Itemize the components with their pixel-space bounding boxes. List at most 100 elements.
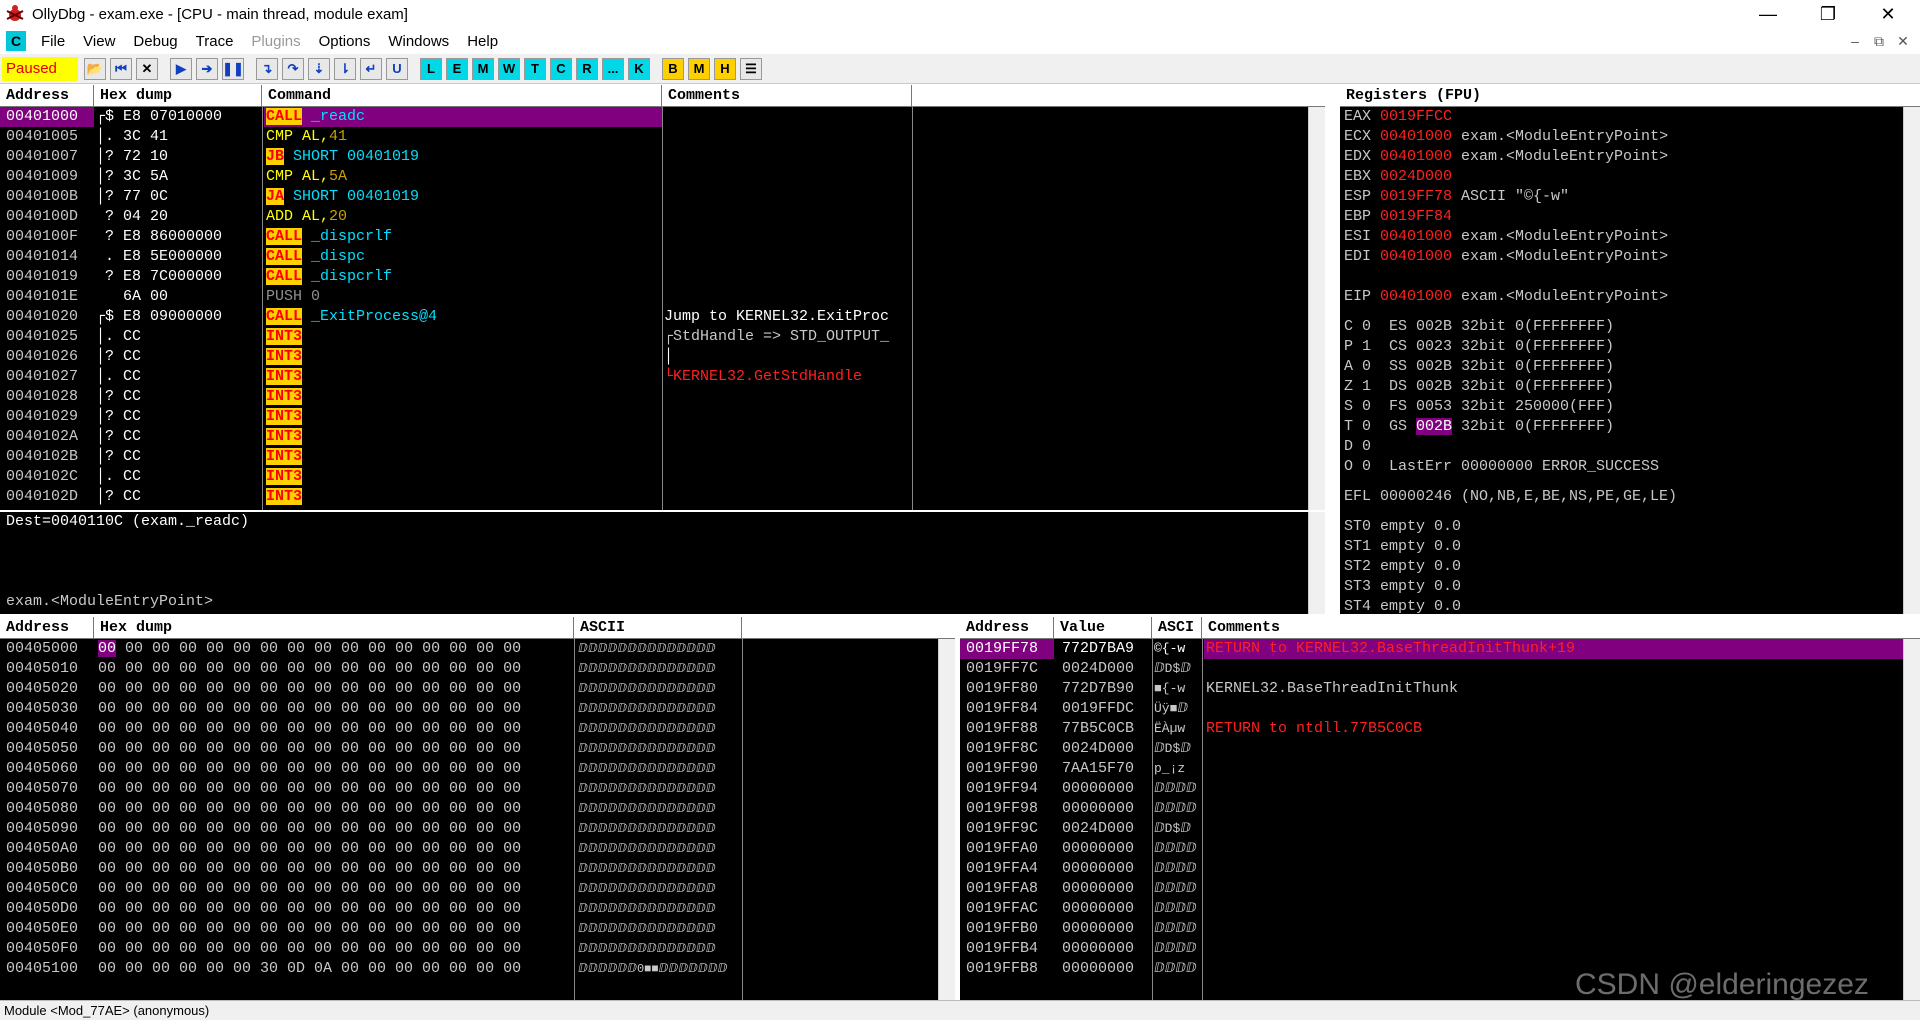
step-over-icon[interactable]: ↷ bbox=[282, 57, 304, 80]
stack-address[interactable]: 0019FFB8 bbox=[960, 959, 1054, 979]
stack-address[interactable]: 0019FF9C bbox=[960, 819, 1054, 839]
trace-over-icon[interactable]: ⇂ bbox=[334, 57, 356, 80]
disasm-command[interactable]: JB SHORT 00401019 bbox=[264, 147, 662, 167]
stack-comment[interactable] bbox=[1204, 819, 1904, 839]
disasm-address[interactable]: 0040102D bbox=[0, 487, 94, 507]
stack-col-value[interactable]: Value bbox=[1054, 617, 1152, 639]
disasm-address[interactable]: 0040100B bbox=[0, 187, 94, 207]
col-hex-dump[interactable]: Hex dump bbox=[94, 85, 262, 107]
stack-value[interactable]: 00000000 bbox=[1056, 879, 1152, 899]
stack-ascii[interactable]: ■{-w bbox=[1154, 679, 1202, 699]
registers-header[interactable]: Registers (FPU) bbox=[1340, 85, 1920, 107]
windows-window-button[interactable]: W bbox=[498, 57, 520, 80]
flag-row[interactable]: A 0 SS 002B 32bit 0(FFFFFFFF) bbox=[1344, 357, 1614, 377]
stack-pane[interactable]: Address Value ASCI Comments 0019FF78 772D… bbox=[960, 617, 1920, 1000]
minimize-button[interactable]: — bbox=[1740, 0, 1796, 28]
disasm-command[interactable]: INT3 bbox=[264, 387, 662, 407]
disasm-address[interactable]: 0040100F bbox=[0, 227, 94, 247]
disasm-command[interactable]: INT3 bbox=[264, 407, 662, 427]
col-address[interactable]: Address bbox=[0, 85, 94, 107]
step-into-icon[interactable]: ↴ bbox=[256, 57, 278, 80]
disasm-address[interactable]: 00401019 bbox=[0, 267, 94, 287]
disasm-address[interactable]: 00401000 bbox=[0, 107, 94, 127]
stack-address[interactable]: 0019FF94 bbox=[960, 779, 1054, 799]
execute-till-return-icon[interactable]: ↵ bbox=[360, 57, 382, 80]
stack-comment[interactable] bbox=[1204, 899, 1904, 919]
stack-ascii[interactable]: ⅅⅅⅅⅅ bbox=[1154, 899, 1202, 919]
stack-address[interactable]: 0019FFAC bbox=[960, 899, 1054, 919]
disasm-scrollbar[interactable] bbox=[1308, 107, 1325, 510]
disasm-hex[interactable]: │? CC bbox=[96, 427, 262, 447]
dump-address[interactable]: 00405050 bbox=[6, 739, 78, 759]
dump-hex[interactable]: 00 00 00 00 00 00 00 00 00 00 00 00 00 0… bbox=[98, 839, 521, 859]
disasm-command[interactable]: CMP AL,41 bbox=[264, 127, 662, 147]
dump-address[interactable]: 00405010 bbox=[6, 659, 78, 679]
cpu-window-button[interactable]: C bbox=[550, 57, 572, 80]
dump-hex[interactable]: 00 00 00 00 00 00 00 00 00 00 00 00 00 0… bbox=[98, 879, 521, 899]
stack-address[interactable]: 0019FF78 bbox=[960, 639, 1054, 659]
disasm-hex[interactable]: . E8 5E000000 bbox=[96, 247, 262, 267]
disasm-hex[interactable]: │. CC bbox=[96, 327, 262, 347]
stack-comment[interactable] bbox=[1204, 699, 1904, 719]
stack-ascii[interactable]: ⅅD$ⅅ bbox=[1154, 739, 1202, 759]
disasm-hex[interactable]: ? 04 20 bbox=[96, 207, 262, 227]
dump-scrollbar[interactable] bbox=[938, 639, 955, 1000]
disasm-command[interactable]: INT3 bbox=[264, 427, 662, 447]
register-row[interactable]: EIP 00401000 exam.<ModuleEntryPoint> bbox=[1344, 287, 1668, 307]
dump-address[interactable]: 00405030 bbox=[6, 699, 78, 719]
stack-value[interactable]: 00000000 bbox=[1056, 899, 1152, 919]
stack-col-ascii[interactable]: ASCI bbox=[1152, 617, 1202, 639]
stack-address[interactable]: 0019FFA4 bbox=[960, 859, 1054, 879]
stack-value[interactable]: 0024D000 bbox=[1056, 659, 1152, 679]
stack-value[interactable]: 772D7BA9 bbox=[1056, 639, 1152, 659]
flag-row[interactable]: Z 1 DS 002B 32bit 0(FFFFFFFF) bbox=[1344, 377, 1614, 397]
stack-value[interactable]: 00000000 bbox=[1056, 859, 1152, 879]
disasm-hex[interactable]: │? CC bbox=[96, 447, 262, 467]
dump-ascii[interactable]: ⅅⅅⅅⅅⅅⅅⅅⅅⅅⅅⅅⅅⅅⅅ bbox=[578, 759, 740, 779]
stack-value[interactable]: 00000000 bbox=[1056, 839, 1152, 859]
dump-address[interactable]: 00405080 bbox=[6, 799, 78, 819]
dump-ascii[interactable]: ⅅⅅⅅⅅⅅⅅⅅⅅⅅⅅⅅⅅⅅⅅ bbox=[578, 639, 740, 659]
stack-ascii[interactable]: ⅅⅅⅅⅅ bbox=[1154, 859, 1202, 879]
stack-ascii[interactable]: ⅅD$ⅅ bbox=[1154, 819, 1202, 839]
stack-address[interactable]: 0019FFB0 bbox=[960, 919, 1054, 939]
disasm-hex[interactable]: ┌$ E8 07010000 bbox=[96, 107, 262, 127]
stack-address[interactable]: 0019FF84 bbox=[960, 699, 1054, 719]
disasm-hex[interactable]: │. CC bbox=[96, 467, 262, 487]
menu-trace[interactable]: Trace bbox=[187, 33, 243, 50]
disasm-address[interactable]: 00401020 bbox=[0, 307, 94, 327]
dump-ascii[interactable]: ⅅⅅⅅⅅⅅⅅⅅⅅⅅⅅⅅⅅⅅⅅ bbox=[578, 739, 740, 759]
stack-ascii[interactable]: ⅅⅅⅅⅅ bbox=[1154, 939, 1202, 959]
fpu-row[interactable]: ST4 empty 0.0 bbox=[1344, 597, 1461, 614]
execute-till-user-icon[interactable]: U bbox=[386, 57, 408, 80]
dump-ascii[interactable]: ⅅⅅⅅⅅⅅⅅⅅⅅⅅⅅⅅⅅⅅⅅ bbox=[578, 679, 740, 699]
dump-hex[interactable]: 00 00 00 00 00 00 00 00 00 00 00 00 00 0… bbox=[98, 779, 521, 799]
mdi-close-button[interactable]: ✕ bbox=[1892, 31, 1914, 51]
disasm-address[interactable]: 0040102B bbox=[0, 447, 94, 467]
stack-ascii[interactable]: ©{-w bbox=[1154, 639, 1202, 659]
mdi-minimize-button[interactable]: – bbox=[1844, 31, 1866, 51]
disasm-command[interactable]: CALL _readc bbox=[264, 107, 662, 127]
stack-comment[interactable]: KERNEL32.BaseThreadInitThunk bbox=[1204, 679, 1904, 699]
stack-value[interactable]: 0024D000 bbox=[1056, 739, 1152, 759]
efl-row[interactable]: EFL 00000246 (NO,NB,E,BE,NS,PE,GE,LE) bbox=[1344, 487, 1677, 507]
col-command[interactable]: Command bbox=[262, 85, 662, 107]
dump-hex[interactable]: 00 00 00 00 00 00 00 00 00 00 00 00 00 0… bbox=[98, 799, 521, 819]
stack-comment[interactable] bbox=[1204, 659, 1904, 679]
col-comments[interactable]: Comments bbox=[662, 85, 912, 107]
disasm-command[interactable]: ADD AL,20 bbox=[264, 207, 662, 227]
flag-row[interactable]: T 0 GS 002B 32bit 0(FFFFFFFF) bbox=[1344, 417, 1614, 437]
call-stack-window-button[interactable]: K bbox=[628, 57, 650, 80]
trace-into-icon[interactable]: ⇣ bbox=[308, 57, 330, 80]
disasm-hex[interactable]: │? CC bbox=[96, 387, 262, 407]
dump-address[interactable]: 004050B0 bbox=[6, 859, 78, 879]
flag-row[interactable]: S 0 FS 0053 32bit 250000(FFF) bbox=[1344, 397, 1614, 417]
close-button[interactable]: ✕ bbox=[1860, 0, 1916, 28]
stack-scrollbar[interactable] bbox=[1903, 639, 1920, 1000]
disasm-hex[interactable]: │? 77 0C bbox=[96, 187, 262, 207]
stack-ascii[interactable]: Üÿ■ⅅ bbox=[1154, 699, 1202, 719]
open-icon[interactable]: 📂 bbox=[84, 57, 106, 80]
run-trace-window-button[interactable]: ... bbox=[602, 57, 624, 80]
menu-debug[interactable]: Debug bbox=[124, 33, 186, 50]
disasm-hex[interactable]: ┌$ E8 09000000 bbox=[96, 307, 262, 327]
